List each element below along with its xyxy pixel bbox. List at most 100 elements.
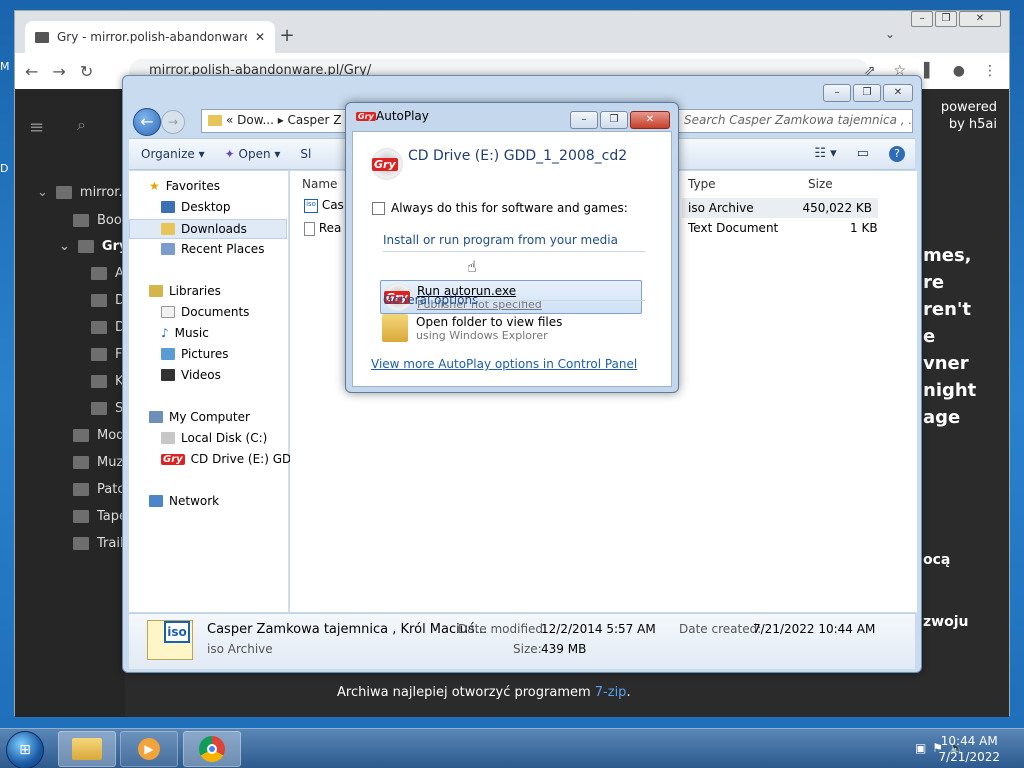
nav-computer[interactable]: My Computer [149,410,250,424]
window-controls: – ❐ ✕ [911,11,1001,27]
tree-item[interactable]: D [91,293,125,308]
nav-local-disk[interactable]: Local Disk (C:) [161,431,267,445]
search-input[interactable]: Search Casper Zamkowa tajemnica , ... [677,109,913,133]
nav-music[interactable]: ♪ Music [161,326,209,340]
help-icon[interactable]: ? [889,146,905,162]
table-row-selected-cells[interactable]: iso Archive 450,022 KB [682,198,878,218]
organize-button[interactable]: Organize ▾ [141,147,205,161]
back-icon[interactable]: ← [25,62,38,81]
minimize-button[interactable]: – [911,11,933,27]
tree-item[interactable]: ⌄ mirror.p [37,185,131,200]
nav-videos[interactable]: Videos [161,368,221,382]
desktop-icon-label[interactable]: M [0,60,10,73]
detail-created-label: Date created: [679,622,762,636]
forward-button[interactable]: → [161,110,185,134]
taskbar-chrome[interactable] [183,731,241,767]
star-icon: ★ [149,179,160,193]
maximize-button[interactable]: ❐ [600,111,628,129]
always-checkbox[interactable] [372,202,385,215]
close-button[interactable]: ✕ [959,11,1001,27]
disk-icon [161,432,175,444]
forward-icon[interactable]: → [52,62,65,81]
minimize-button[interactable]: – [823,84,851,102]
close-icon[interactable]: ✕ [255,30,265,44]
taskbar-media-player[interactable]: ▶ [120,731,178,767]
tree-item[interactable]: Trail [73,536,124,551]
downloads-icon [161,223,175,235]
browser-tab[interactable]: Gry - mirror.polish-abandonware ✕ [25,21,275,53]
page-text: age [923,407,961,428]
views-icon[interactable]: ☷ ▾ [814,146,836,162]
minimize-button[interactable]: – [570,111,598,129]
always-label: Always do this for software and games: [391,201,628,215]
table-row[interactable]: iso Cas [304,198,344,213]
table-row[interactable]: Rea [304,221,341,236]
menu-icon[interactable]: ⋮ [983,63,997,79]
tree-item[interactable]: Patc [73,482,124,497]
desktop-icon [161,201,175,213]
nav-desktop[interactable]: Desktop [161,200,231,214]
clock[interactable]: 10:44 AM 7/21/2022 [938,733,1000,765]
share-button[interactable]: Sl [300,147,311,161]
maximize-button[interactable]: ❐ [853,84,881,102]
tree-item[interactable]: Tape [73,509,127,524]
nav-libraries[interactable]: Libraries [149,284,221,298]
back-button[interactable]: ← [133,108,161,136]
open-folder-option[interactable]: Open folder to view files using Windows … [380,312,642,346]
dialog-body: Gry CD Drive (E:) GDD_1_2008_cd2 Always … [352,131,672,387]
nav-pictures[interactable]: Pictures [161,347,229,361]
profile-icon[interactable]: ● [953,63,965,79]
network-icon[interactable]: ▣ [915,741,926,755]
desktop-icon-label[interactable]: D [0,162,8,175]
tree-item[interactable]: A [91,266,124,281]
tree-item[interactable]: D [91,320,125,335]
divider [383,251,645,252]
close-button[interactable]: ✕ [883,84,913,102]
nav-network[interactable]: Network [149,494,219,508]
sidepanel-icon[interactable]: ▌ [924,63,935,79]
start-button[interactable]: ⊞ [6,731,44,768]
window-controls: – ❐ ✕ [570,111,670,129]
media-player-icon: ▶ [138,738,160,760]
chevron-down-icon[interactable]: ⌄ [885,27,895,41]
tab-title: Gry - mirror.polish-abandonware [57,30,247,44]
page-text: zwoju [923,614,969,630]
cd-drive-icon: Gry [161,453,185,465]
new-tab-button[interactable]: + [277,27,297,47]
tree-item[interactable]: F [91,347,122,362]
maximize-button[interactable]: ❐ [935,11,957,27]
nav-documents[interactable]: Documents [161,305,249,319]
column-header-type[interactable]: Type [688,177,716,191]
tree-item[interactable]: Mod [73,428,124,443]
page-text: vner [923,353,969,374]
control-panel-link[interactable]: View more AutoPlay options in Control Pa… [371,357,637,371]
search-icon[interactable]: ⌕ [77,115,86,135]
nav-recent[interactable]: Recent Places [161,242,264,256]
hamburger-icon[interactable]: ≡ [29,117,44,138]
close-button[interactable]: ✕ [630,111,670,129]
taskbar: ⊞ ▶ ▣ ⚑ 🔈 10:44 AM 7/21/2022 [0,728,1024,768]
music-icon: ♪ [161,326,169,340]
tree-item[interactable]: S [91,401,123,416]
open-folder-title: Open folder to view files [416,315,563,329]
tree-item[interactable]: ⌄ Gry [59,239,127,254]
page-text: re [923,272,945,293]
taskbar-explorer[interactable] [58,731,116,767]
tree-item[interactable]: Muz [73,455,123,470]
open-folder-subtitle: using Windows Explorer [416,329,548,342]
nav-favorites[interactable]: ★ Favorites [149,179,220,193]
reload-icon[interactable]: ↻ [80,62,93,81]
column-header-size[interactable]: Size [808,177,833,191]
open-button[interactable]: ✦ Open ▾ [225,147,281,161]
folder-icon [35,31,49,43]
preview-pane-icon[interactable]: ▭ [857,146,869,162]
column-header-name[interactable]: Name [302,177,337,191]
cd-disc-icon: Gry [371,148,403,180]
7zip-link[interactable]: 7-zip [595,685,627,700]
tree-item[interactable]: Boo [73,213,122,228]
dialog-title: AutoPlay [376,109,429,123]
nav-downloads[interactable]: Downloads [129,219,287,239]
open-icon: ✦ [224,147,235,161]
tree-item[interactable]: K [91,374,124,389]
detail-modified: 12/2/2014 5:57 AM [541,622,656,636]
